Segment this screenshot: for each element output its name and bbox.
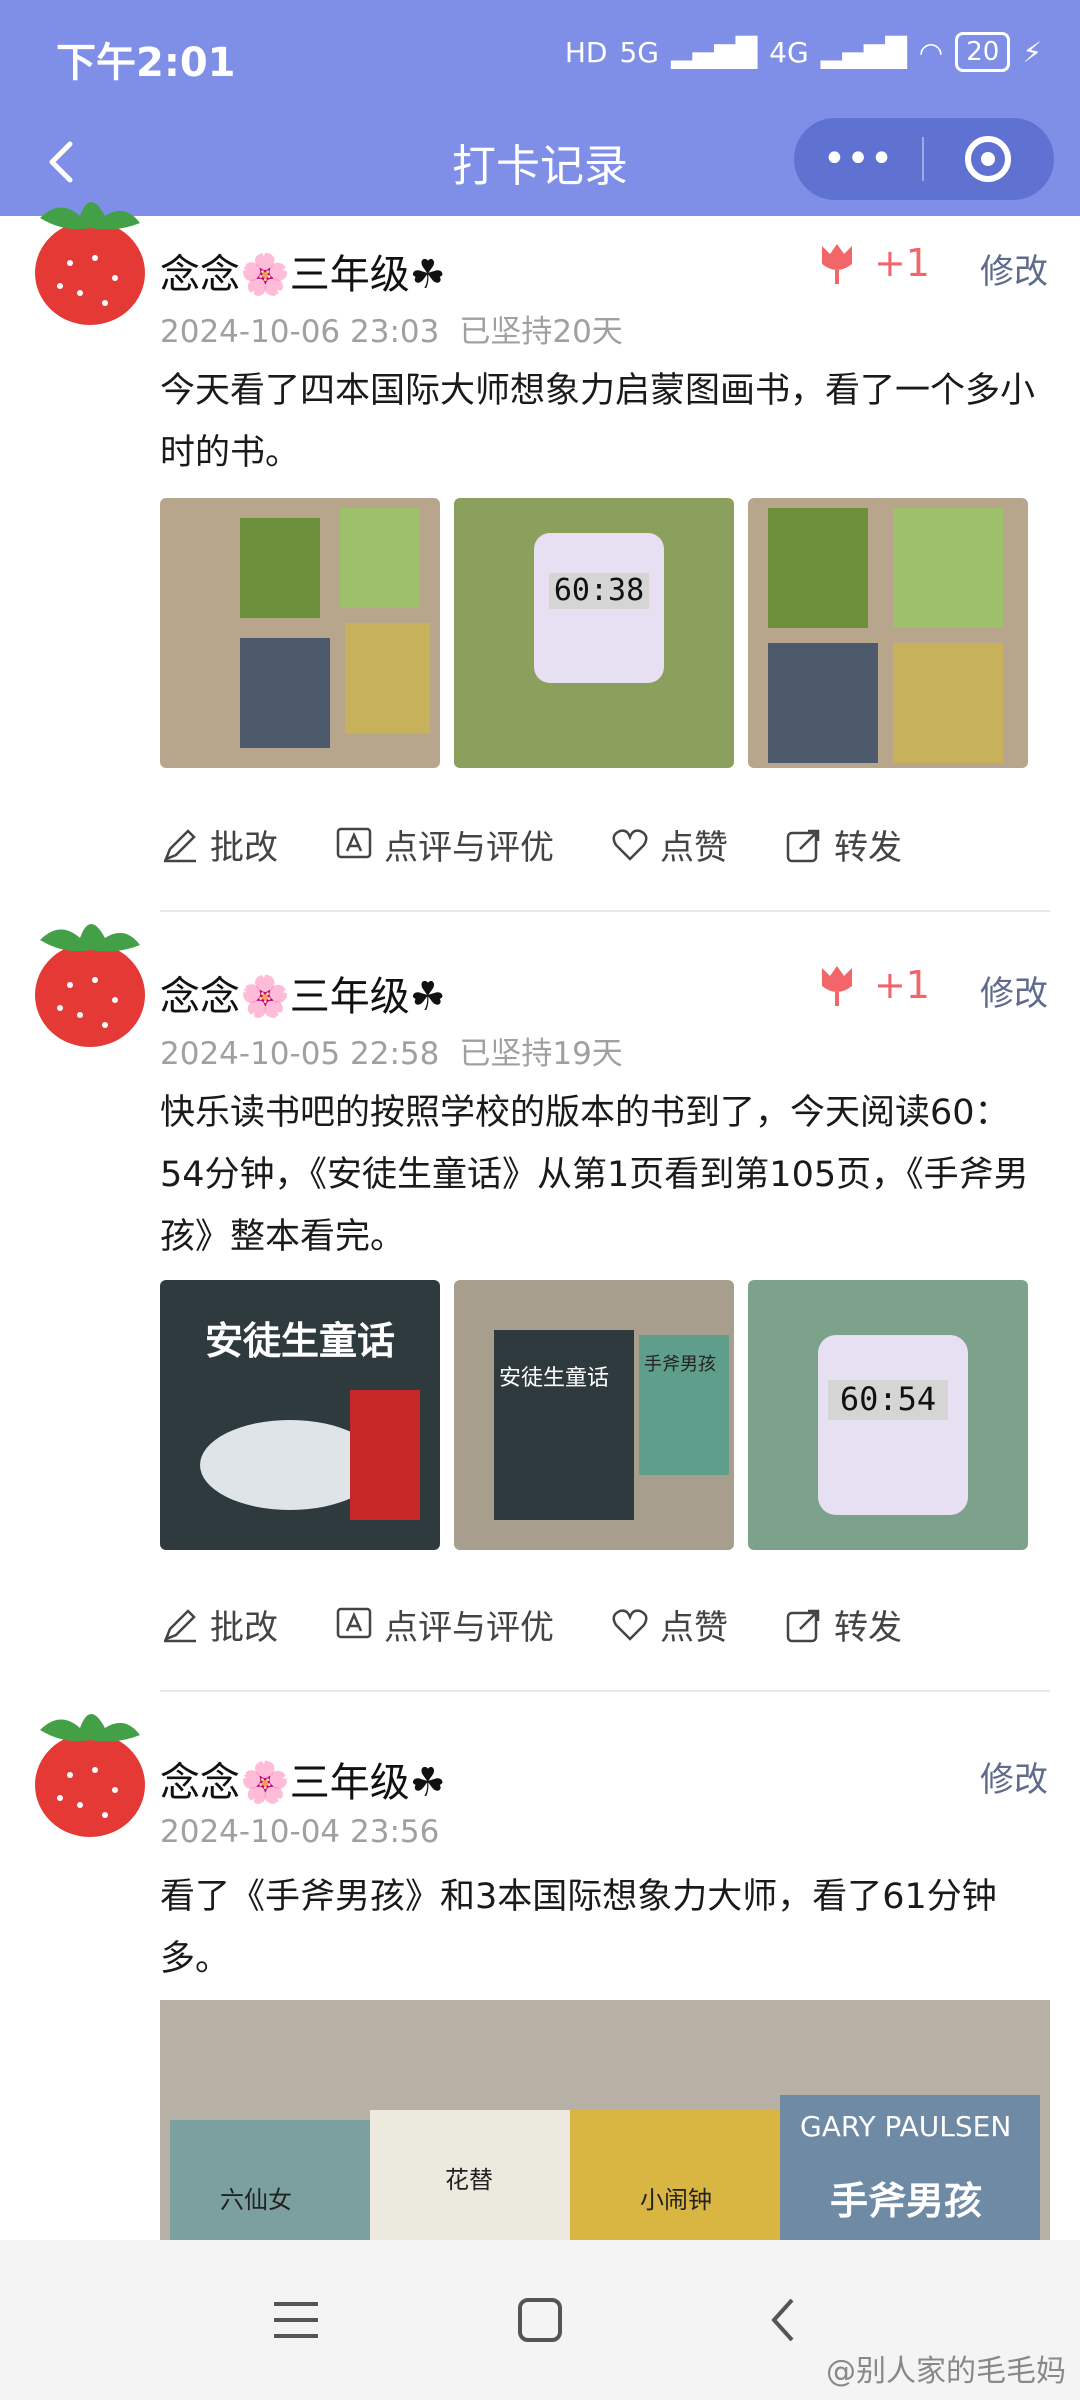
timer-display: 60:54	[828, 1380, 948, 1420]
photo-two-books[interactable]: 安徒生童话 手斧男孩	[454, 1280, 734, 1550]
flower-like-button[interactable]: +1	[814, 962, 930, 1008]
post-divider	[160, 910, 1050, 912]
close-miniapp-button[interactable]	[924, 136, 1052, 182]
action-label: 转发	[834, 1608, 902, 1648]
tulip-icon	[821, 244, 852, 284]
edit-button[interactable]: 修改	[980, 1752, 1048, 1801]
hd-icon: HD	[564, 35, 608, 69]
share-button[interactable]: 转发	[784, 1600, 902, 1649]
comment-a-icon	[336, 1607, 372, 1638]
flower-like-button[interactable]: +1	[814, 240, 930, 286]
post-meta: 2024-10-06 23:03 已坚持20天	[160, 306, 623, 351]
photo-grid: 60:38	[160, 498, 1028, 768]
edit-button[interactable]: 修改	[980, 966, 1048, 1015]
book-title: 安徒生童话	[204, 1319, 395, 1363]
book-title-small-2: 手斧男孩	[644, 1354, 716, 1375]
photo-timer[interactable]: 60:54	[748, 1280, 1028, 1550]
post-date: 2024-10-05 22:58	[160, 1036, 440, 1072]
nav-bar: 打卡记录 •••	[0, 112, 1080, 216]
strawberry-avatar[interactable]	[20, 1690, 160, 1840]
photo-books-2[interactable]	[748, 498, 1028, 768]
user-name: 念念🌸三年级☘	[160, 1760, 446, 1806]
back-nav-icon[interactable]	[754, 2290, 814, 2350]
signal-icon-2: ▂▄▆█	[820, 35, 907, 69]
share-button[interactable]: 转发	[784, 820, 902, 869]
signal-5g-icon: 5G	[619, 35, 659, 69]
streak-days: 已坚持20天	[459, 314, 623, 350]
user-name: 念念🌸三年级☘	[160, 974, 446, 1020]
status-time: 下午2:01	[56, 40, 236, 86]
heart-icon	[612, 828, 648, 861]
action-label: 点评与评优	[384, 1608, 554, 1648]
photo-timer[interactable]: 60:38	[454, 498, 734, 768]
cover-author: GARY PAULSEN	[800, 2110, 1012, 2143]
streak-days: 已坚持19天	[459, 1036, 623, 1072]
comment-a-icon	[336, 827, 372, 858]
post-text: 快乐读书吧的按照学校的版本的书到了，今天阅读60：54分钟，《安徒生童话》从第1…	[160, 1093, 1029, 1257]
action-label: 批改	[210, 1608, 278, 1648]
correct-button[interactable]: 批改	[160, 1600, 278, 1649]
signal-icon: ▂▄▆█	[671, 35, 758, 69]
signal-4g-icon: 4G	[769, 35, 809, 69]
post-text: 今天看了四本国际大师想象力启蒙图画书，看了一个多小时的书。	[160, 371, 1036, 473]
timer-display: 60:38	[549, 573, 649, 609]
photo-books[interactable]	[160, 498, 440, 768]
action-label: 点评与评优	[384, 828, 554, 868]
heart-icon	[612, 1608, 648, 1641]
watermark: @别人家的毛毛妈	[826, 2354, 1066, 2389]
post-actions: 批改 点评与评优 点赞 转发	[160, 1600, 902, 1649]
post-date: 2024-10-04 23:56	[160, 1814, 440, 1850]
share-icon	[786, 1609, 820, 1642]
book-label: 手斧男孩	[830, 2179, 983, 2223]
edit-button[interactable]: 修改	[980, 244, 1048, 293]
book-label: 小闹钟	[640, 2186, 712, 2214]
action-label: 批改	[210, 828, 278, 868]
photo-andersen-book[interactable]: 安徒生童话	[160, 1280, 440, 1550]
user-name: 念念🌸三年级☘	[160, 252, 446, 298]
comment-rate-button[interactable]: 点评与评优	[334, 1600, 554, 1649]
system-nav-bar: @别人家的毛毛妈	[0, 2240, 1080, 2400]
post-meta: 2024-10-04 23:56	[160, 1814, 439, 1850]
share-icon	[786, 829, 820, 862]
post-actions: 批改 点评与评优 点赞 转发	[160, 820, 902, 869]
strawberry-avatar[interactable]	[20, 900, 160, 1050]
charging-icon: ⚡	[1022, 35, 1042, 69]
pencil-icon	[163, 1608, 196, 1642]
action-label: 转发	[834, 828, 902, 868]
post-date: 2024-10-06 23:03	[160, 314, 440, 350]
home-square-icon[interactable]	[510, 2290, 570, 2350]
book-title-small: 安徒生童话	[499, 1366, 610, 1391]
pencil-icon	[163, 828, 196, 862]
book-label: 六仙女	[220, 2186, 292, 2214]
post-meta: 2024-10-05 22:58 已坚持19天	[160, 1028, 623, 1073]
photo-large[interactable]: 六仙女 花替 小闹钟 GARY PAULSEN 手斧男孩	[160, 2000, 1050, 2240]
status-bar: 下午2:01 HD 5G ▂▄▆█ 4G ▂▄▆█ ◠ 20 ⚡	[0, 0, 1080, 112]
book-label: 花替	[445, 2166, 493, 2194]
tulip-icon	[821, 966, 852, 1006]
like-count: +1	[873, 963, 930, 1007]
like-count: +1	[873, 241, 930, 285]
like-button[interactable]: 点赞	[610, 1600, 728, 1649]
strawberry-avatar[interactable]	[20, 178, 160, 328]
correct-button[interactable]: 批改	[160, 820, 278, 869]
miniapp-capsule: •••	[794, 118, 1054, 200]
like-button[interactable]: 点赞	[610, 820, 728, 869]
status-icons: HD 5G ▂▄▆█ 4G ▂▄▆█ ◠ 20 ⚡	[565, 32, 1042, 72]
post-text: 看了《手斧男孩》和3本国际想象力大师，看了61分钟多。	[160, 1877, 997, 1979]
menu-icon[interactable]	[266, 2290, 326, 2350]
battery-icon: 20	[955, 32, 1011, 72]
wifi-icon: ◠	[918, 35, 944, 69]
action-label: 点赞	[660, 1608, 728, 1648]
photo-grid: 安徒生童话 安徒生童话 手斧男孩 60:54	[160, 1280, 1028, 1550]
post-divider	[160, 1690, 1050, 1692]
comment-rate-button[interactable]: 点评与评优	[334, 820, 554, 869]
action-label: 点赞	[660, 828, 728, 868]
target-icon	[965, 136, 1011, 182]
more-menu-button[interactable]: •••	[794, 118, 922, 200]
